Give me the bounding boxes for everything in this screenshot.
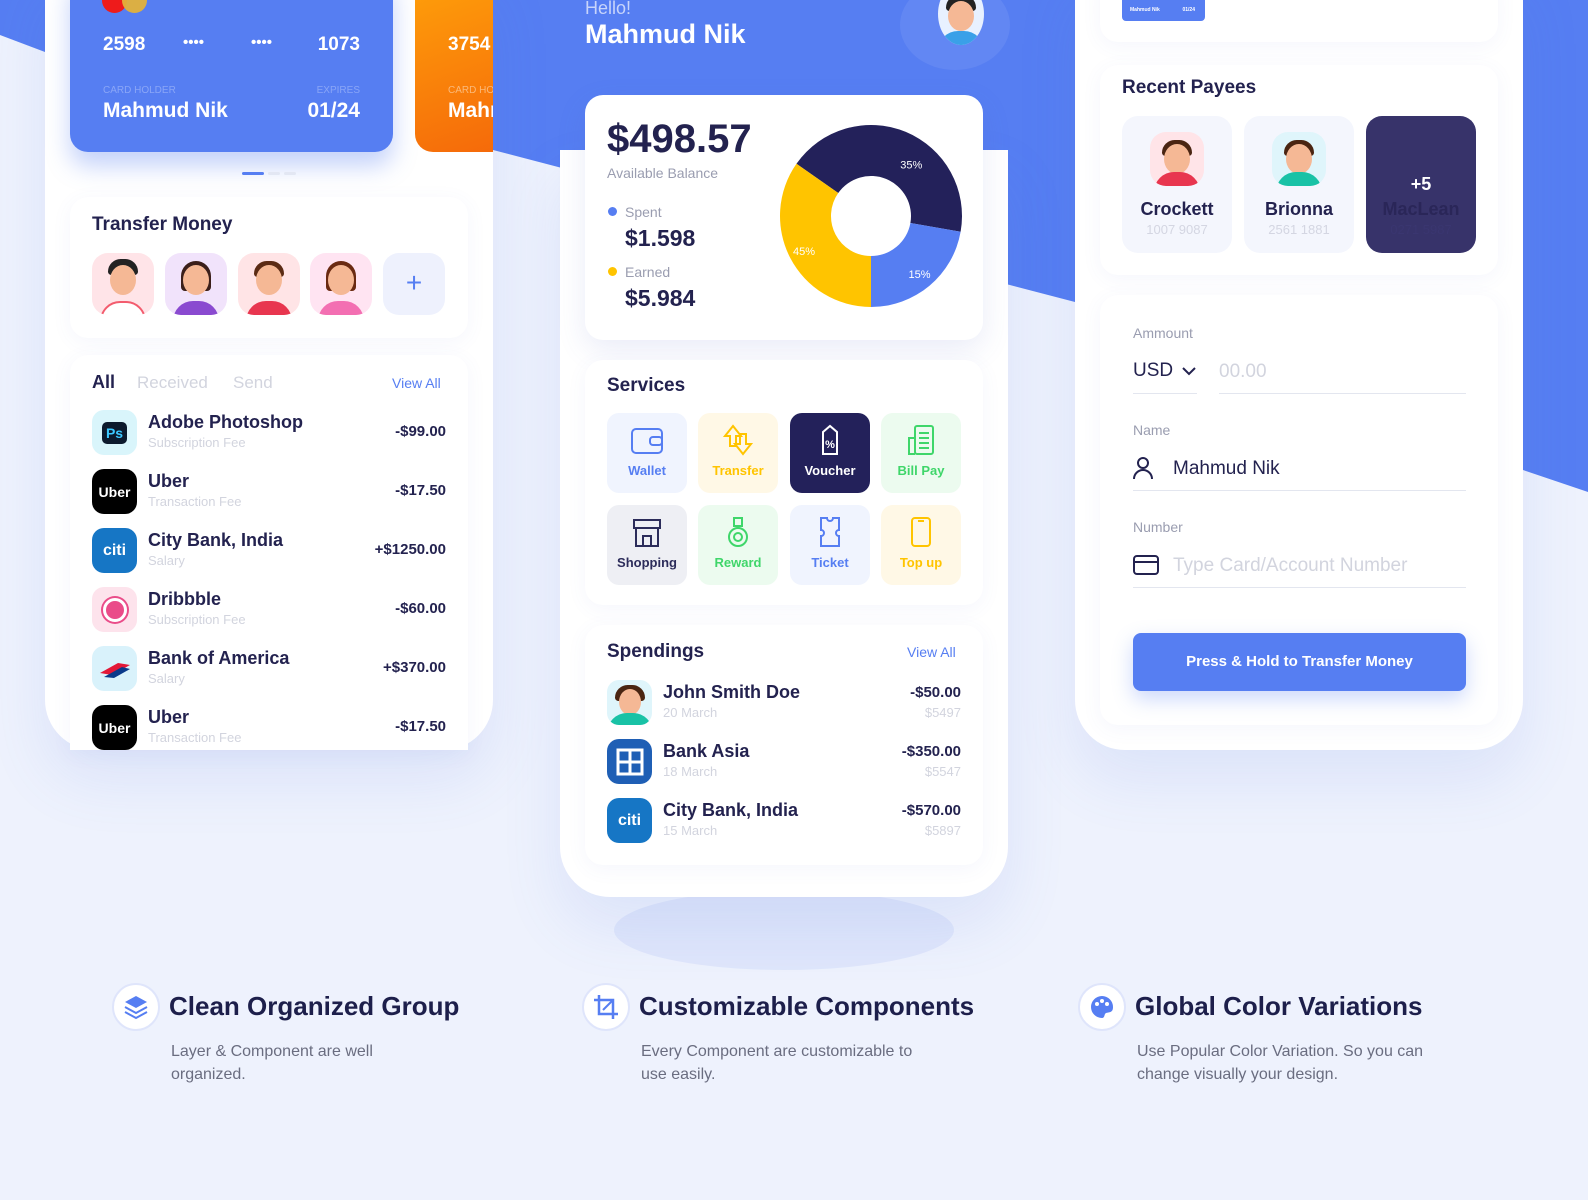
view-all-link[interactable]: View All bbox=[392, 375, 441, 391]
phone-icon bbox=[911, 517, 931, 547]
more-count: +5 bbox=[1410, 174, 1432, 194]
transaction-row[interactable]: Dribbble Subscription Fee -$60.00 bbox=[92, 587, 446, 633]
mini-card[interactable]: Mahmud Nik 01/24 bbox=[1122, 0, 1205, 21]
donut-slice bbox=[780, 163, 871, 307]
layers-icon bbox=[112, 983, 160, 1031]
balance-amount: $498.57 bbox=[607, 117, 752, 161]
carousel-dot[interactable] bbox=[284, 172, 296, 175]
feature-desc: Every Component are customizable to use … bbox=[641, 1043, 913, 1083]
palette-icon bbox=[1078, 983, 1126, 1031]
ticket-icon bbox=[820, 517, 840, 547]
currency-select[interactable]: USD bbox=[1133, 360, 1197, 382]
user-icon bbox=[1133, 457, 1153, 480]
transaction-row[interactable]: Uber Uber Transaction Fee -$17.50 bbox=[92, 705, 446, 751]
service-wallet[interactable]: Wallet bbox=[607, 413, 687, 493]
card-expiry: 01/24 bbox=[307, 99, 360, 122]
feature-desc: Layer & Component are well organized. bbox=[171, 1043, 373, 1083]
tab-send[interactable]: Send bbox=[233, 373, 273, 393]
user-name: Mahmud Nik bbox=[585, 19, 746, 49]
service-ticket[interactable]: Ticket bbox=[790, 505, 870, 585]
tab-all[interactable]: All bbox=[92, 372, 115, 393]
balance-donut-chart: 35% 15% 45% bbox=[780, 124, 962, 307]
name-input[interactable]: Mahmud Nik bbox=[1173, 458, 1280, 480]
transaction-row[interactable]: Uber Uber Transaction Fee -$17.50 bbox=[92, 469, 446, 515]
credit-card-2[interactable]: 3754 CARD HO Mahn bbox=[415, 0, 493, 152]
feature-title: Global Color Variations bbox=[1135, 991, 1423, 1021]
avatar[interactable] bbox=[92, 253, 154, 315]
carousel-dot[interactable] bbox=[268, 172, 280, 175]
donut-slice bbox=[871, 222, 961, 307]
number-input[interactable]: Type Card/Account Number bbox=[1173, 555, 1407, 577]
avatar[interactable] bbox=[238, 253, 300, 315]
feature-title: Clean Organized Group bbox=[169, 991, 460, 1021]
balance-card: $498.57 Available Balance Spent $1.598 E… bbox=[585, 95, 983, 340]
bill-icon bbox=[908, 425, 934, 455]
payee-crockett[interactable]: Crockett 1007 9087 bbox=[1122, 116, 1232, 253]
greeting: Hello! bbox=[585, 0, 632, 18]
payee-brionna[interactable]: Brionna 2561 1881 bbox=[1244, 116, 1354, 253]
profile-avatar[interactable] bbox=[938, 0, 984, 45]
card-number: 2598 bbox=[103, 34, 146, 55]
donut-label: 15% bbox=[909, 269, 931, 281]
service-shopping[interactable]: Shopping bbox=[607, 505, 687, 585]
carousel-dot-active[interactable] bbox=[242, 172, 264, 175]
transfer-money-button[interactable]: Press & Hold to Transfer Money bbox=[1133, 633, 1466, 691]
donut-label: 35% bbox=[900, 159, 922, 171]
service-transfer[interactable]: Transfer bbox=[698, 413, 778, 493]
citi-icon: citi bbox=[92, 528, 137, 573]
chevron-down-icon bbox=[1182, 367, 1196, 376]
spent-legend-dot bbox=[608, 207, 617, 216]
card-icon bbox=[1133, 555, 1159, 575]
feature-desc: Use Popular Color Variation. So you can … bbox=[1137, 1043, 1424, 1083]
transaction-row[interactable]: citi City Bank, India Salary +$1250.00 bbox=[92, 528, 446, 574]
photoshop-icon: Ps bbox=[92, 410, 137, 455]
spending-row[interactable]: John Smith Doe 20 March -$50.00 $5497 bbox=[607, 680, 961, 726]
bank-of-america-icon bbox=[92, 646, 137, 691]
feature-title: Customizable Components bbox=[639, 991, 975, 1021]
donut-label: 45% bbox=[793, 246, 815, 258]
uber-icon: Uber bbox=[92, 705, 137, 750]
spent-amount: $1.598 bbox=[625, 225, 696, 251]
credit-card[interactable]: 2598 •••• •••• 1073 CARD HOLDER Mahmud N… bbox=[70, 0, 393, 152]
add-recipient-button[interactable]: + bbox=[383, 253, 445, 315]
amount-input[interactable]: 00.00 bbox=[1219, 361, 1267, 383]
avatar bbox=[607, 680, 652, 725]
avatar[interactable] bbox=[310, 253, 372, 315]
spending-row[interactable]: Bank Asia 18 March -$350.00 $5547 bbox=[607, 739, 961, 785]
transfer-title: Transfer Money bbox=[92, 214, 233, 235]
dribbble-icon bbox=[92, 587, 137, 632]
uber-icon: Uber bbox=[92, 469, 137, 514]
crop-icon bbox=[582, 983, 630, 1031]
service-top-up[interactable]: Top up bbox=[881, 505, 961, 585]
citi-icon: citi bbox=[607, 798, 652, 843]
service-reward[interactable]: Reward bbox=[698, 505, 778, 585]
shop-icon bbox=[633, 519, 661, 547]
svg-text:%: % bbox=[825, 439, 835, 451]
service-bill-pay[interactable]: Bill Pay bbox=[881, 413, 961, 493]
service-voucher[interactable]: % Voucher bbox=[790, 413, 870, 493]
wallet-icon bbox=[631, 428, 663, 454]
payee-more[interactable]: MacLean 0271 5987 +5 bbox=[1366, 116, 1476, 253]
transaction-row[interactable]: Bank of America Salary +$370.00 bbox=[92, 646, 446, 692]
spending-row[interactable]: citi City Bank, India 15 March -$570.00 $589… bbox=[607, 798, 961, 844]
voucher-icon: % bbox=[822, 424, 838, 455]
spendings-view-all[interactable]: View All bbox=[907, 644, 956, 660]
card-holder: Mahmud Nik bbox=[103, 99, 228, 122]
tab-received[interactable]: Received bbox=[137, 373, 208, 393]
avatar[interactable] bbox=[165, 253, 227, 315]
earned-legend-dot bbox=[608, 267, 617, 276]
transaction-row[interactable]: Ps Adobe Photoshop Subscription Fee -$99.00 bbox=[92, 410, 446, 456]
transfer-icon bbox=[722, 424, 754, 456]
medal-icon bbox=[728, 517, 748, 547]
bank-asia-icon bbox=[607, 739, 652, 784]
earned-amount: $5.984 bbox=[625, 285, 696, 311]
